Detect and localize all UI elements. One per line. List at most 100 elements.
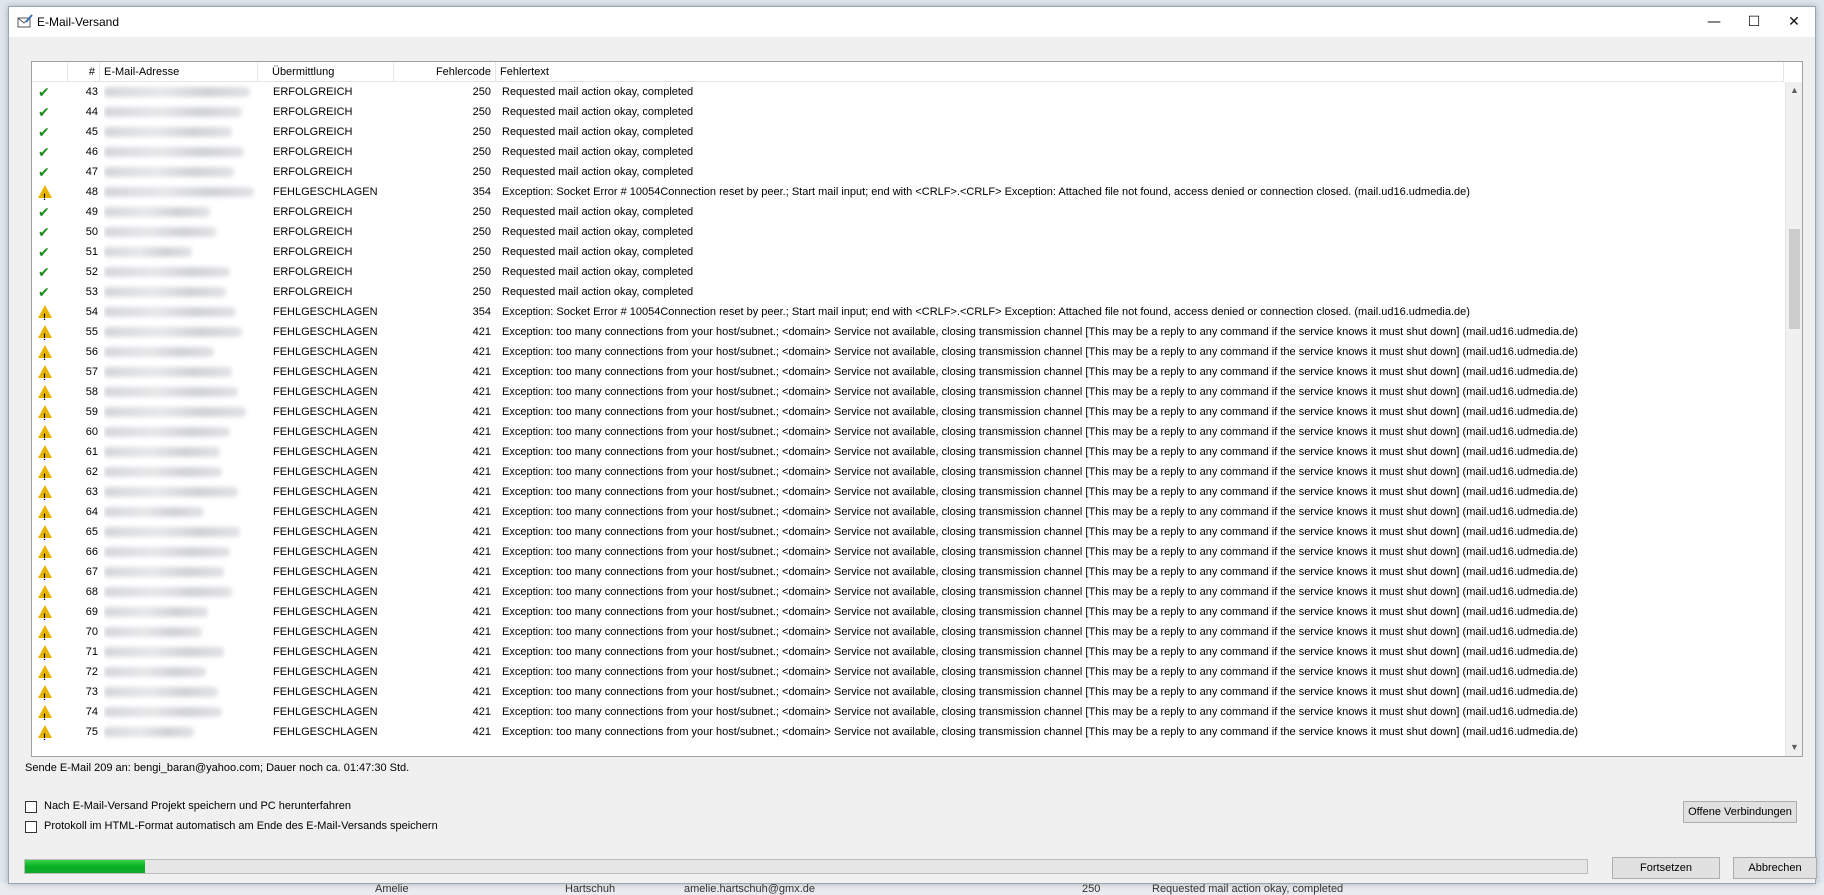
title-bar[interactable]: E-Mail-Versand — ☐ ✕ xyxy=(9,7,1815,37)
warning-icon: warning-icon xyxy=(38,442,60,462)
success-check-glyph: ✔ xyxy=(38,204,50,220)
row-number: 56 xyxy=(85,346,98,358)
row-number: 61 xyxy=(85,446,98,458)
table-row[interactable]: warning-icon 68 FEHLGESCHLAGEN 421 Exception… xyxy=(32,582,1784,602)
open-connections-button[interactable]: Offene Verbindungen xyxy=(1683,801,1797,823)
table-row[interactable]: warning-icon 60 FEHLGESCHLAGEN 421 Exception… xyxy=(32,422,1784,442)
table-row[interactable]: warning-icon 59 FEHLGESCHLAGEN 421 Exception… xyxy=(32,402,1784,422)
table-row[interactable]: warning-icon 61 FEHLGESCHLAGEN 421 Exception… xyxy=(32,442,1784,462)
row-email-redacted xyxy=(104,402,256,422)
row-number: 50 xyxy=(85,226,98,238)
column-header-email[interactable]: E-Mail-Adresse xyxy=(100,62,258,82)
table-row[interactable]: warning-icon 65 FEHLGESCHLAGEN 421 Exception… xyxy=(32,522,1784,542)
table-row[interactable]: warning-icon 58 FEHLGESCHLAGEN 421 Exception… xyxy=(32,382,1784,402)
warning-triangle-glyph xyxy=(38,545,52,562)
table-row[interactable]: warning-icon 62 FEHLGESCHLAGEN 421 Exception… xyxy=(32,462,1784,482)
table-row[interactable]: warning-icon 71 FEHLGESCHLAGEN 421 Exception… xyxy=(32,642,1784,662)
table-row[interactable]: check-icon✔ 46 ERFOLGREICH 250 Requested mai… xyxy=(32,142,1784,162)
scroll-thumb[interactable] xyxy=(1789,229,1800,329)
warning-triangle-glyph xyxy=(38,525,52,542)
row-number: 62 xyxy=(85,466,98,478)
scroll-up-icon[interactable]: ▲ xyxy=(1786,82,1802,99)
check-icon: check-icon✔ xyxy=(38,82,60,102)
close-button[interactable]: ✕ xyxy=(1771,7,1817,37)
row-error-code: 421 xyxy=(472,346,491,358)
html-protocol-checkbox[interactable] xyxy=(25,821,37,833)
row-error-text: Requested mail action okay, completed xyxy=(502,266,694,278)
warning-icon: warning-icon xyxy=(38,582,60,602)
row-number: 47 xyxy=(85,166,98,178)
shutdown-checkbox-label[interactable]: Nach E-Mail-Versand Projekt speichern un… xyxy=(44,800,351,812)
column-header-error-code[interactable]: Fehlercode xyxy=(394,62,496,82)
redacted-email-blur xyxy=(104,487,238,497)
row-error-text: Requested mail action okay, completed xyxy=(502,246,694,258)
table-row[interactable]: warning-icon 63 FEHLGESCHLAGEN 421 Exception… xyxy=(32,482,1784,502)
table-row[interactable]: check-icon✔ 47 ERFOLGREICH 250 Requested mai… xyxy=(32,162,1784,182)
redacted-email-blur xyxy=(104,87,250,97)
row-error-code: 421 xyxy=(472,546,491,558)
row-error-text: Requested mail action okay, completed xyxy=(502,126,694,138)
redacted-email-blur xyxy=(104,407,246,417)
table-row[interactable]: warning-icon 72 FEHLGESCHLAGEN 421 Exception… xyxy=(32,662,1784,682)
row-transmission-status: FEHLGESCHLAGEN xyxy=(273,386,378,398)
row-transmission-status: FEHLGESCHLAGEN xyxy=(273,446,378,458)
redacted-email-blur xyxy=(104,107,242,117)
continue-button[interactable]: Fortsetzen xyxy=(1612,857,1720,879)
cancel-button[interactable]: Abbrechen xyxy=(1733,857,1817,879)
row-transmission-status: FEHLGESCHLAGEN xyxy=(273,626,378,638)
table-row[interactable]: warning-icon 55 FEHLGESCHLAGEN 421 Exception… xyxy=(32,322,1784,342)
column-header-error-text[interactable]: Fehlertext xyxy=(496,62,1784,82)
table-row[interactable]: warning-icon 75 FEHLGESCHLAGEN 421 Exception… xyxy=(32,722,1784,742)
row-error-text: Exception: too many connections from you… xyxy=(502,666,1579,678)
table-row[interactable]: check-icon✔ 51 ERFOLGREICH 250 Requested mai… xyxy=(32,242,1784,262)
warning-icon: warning-icon xyxy=(38,482,60,502)
bg-email: amelie.hartschuh@gmx.de xyxy=(684,883,816,895)
table-row[interactable]: warning-icon 54 FEHLGESCHLAGEN 354 Exception… xyxy=(32,302,1784,322)
table-row[interactable]: check-icon✔ 43 ERFOLGREICH 250 Requested mai… xyxy=(32,82,1784,102)
table-row[interactable]: warning-icon 48 FEHLGESCHLAGEN 354 Exception… xyxy=(32,182,1784,202)
scroll-down-icon[interactable]: ▼ xyxy=(1786,739,1802,756)
vertical-scrollbar[interactable]: ▲ ▼ xyxy=(1785,82,1802,756)
success-check-glyph: ✔ xyxy=(38,144,50,160)
warning-triangle-glyph xyxy=(38,465,52,482)
bg-last-name: Hartschuh xyxy=(565,883,616,895)
table-row[interactable]: warning-icon 69 FEHLGESCHLAGEN 421 Exception… xyxy=(32,602,1784,622)
table-row[interactable]: check-icon✔ 52 ERFOLGREICH 250 Requested mai… xyxy=(32,262,1784,282)
row-error-text: Requested mail action okay, completed xyxy=(502,146,694,158)
check-icon: check-icon✔ xyxy=(38,282,60,302)
warning-icon: warning-icon xyxy=(38,522,60,542)
row-transmission-status: FEHLGESCHLAGEN xyxy=(273,506,378,518)
table-row[interactable]: warning-icon 57 FEHLGESCHLAGEN 421 Exception… xyxy=(32,362,1784,382)
table-row[interactable]: warning-icon 64 FEHLGESCHLAGEN 421 Exception… xyxy=(32,502,1784,522)
dispatch-log-grid[interactable]: # E-Mail-Adresse Übermittlung Fehlercode… xyxy=(31,61,1803,757)
row-email-redacted xyxy=(104,162,256,182)
redacted-email-blur xyxy=(104,467,222,477)
column-header-transmission[interactable]: Übermittlung xyxy=(268,62,394,82)
success-check-glyph: ✔ xyxy=(38,284,50,300)
check-icon: check-icon✔ xyxy=(38,162,60,182)
row-error-code: 421 xyxy=(472,406,491,418)
table-row[interactable]: warning-icon 66 FEHLGESCHLAGEN 421 Exception… xyxy=(32,542,1784,562)
table-row[interactable]: warning-icon 56 FEHLGESCHLAGEN 421 Exception… xyxy=(32,342,1784,362)
table-row[interactable]: check-icon✔ 44 ERFOLGREICH 250 Requested mai… xyxy=(32,102,1784,122)
row-error-code: 421 xyxy=(472,366,491,378)
column-header-number[interactable]: # xyxy=(68,62,100,82)
table-row[interactable]: warning-icon 74 FEHLGESCHLAGEN 421 Exception… xyxy=(32,702,1784,722)
table-row[interactable]: warning-icon 73 FEHLGESCHLAGEN 421 Exception… xyxy=(32,682,1784,702)
row-number: 69 xyxy=(85,606,98,618)
table-row[interactable]: check-icon✔ 45 ERFOLGREICH 250 Requested mai… xyxy=(32,122,1784,142)
row-error-text: Exception: too many connections from you… xyxy=(502,466,1579,478)
table-row[interactable]: warning-icon 70 FEHLGESCHLAGEN 421 Exception… xyxy=(32,622,1784,642)
row-error-text: Exception: too many connections from you… xyxy=(502,406,1579,418)
row-number: 58 xyxy=(85,386,98,398)
html-protocol-checkbox-label[interactable]: Protokoll im HTML-Format automatisch am … xyxy=(44,820,438,832)
table-row[interactable]: check-icon✔ 49 ERFOLGREICH 250 Requested mai… xyxy=(32,202,1784,222)
row-transmission-status: ERFOLGREICH xyxy=(273,86,353,98)
row-email-redacted xyxy=(104,282,256,302)
table-row[interactable]: check-icon✔ 50 ERFOLGREICH 250 Requested mai… xyxy=(32,222,1784,242)
warning-triangle-glyph xyxy=(38,445,52,462)
shutdown-checkbox[interactable] xyxy=(25,801,37,813)
column-header-icon[interactable] xyxy=(32,62,68,82)
table-row[interactable]: warning-icon 67 FEHLGESCHLAGEN 421 Exception… xyxy=(32,562,1784,582)
table-row[interactable]: check-icon✔ 53 ERFOLGREICH 250 Requested mai… xyxy=(32,282,1784,302)
